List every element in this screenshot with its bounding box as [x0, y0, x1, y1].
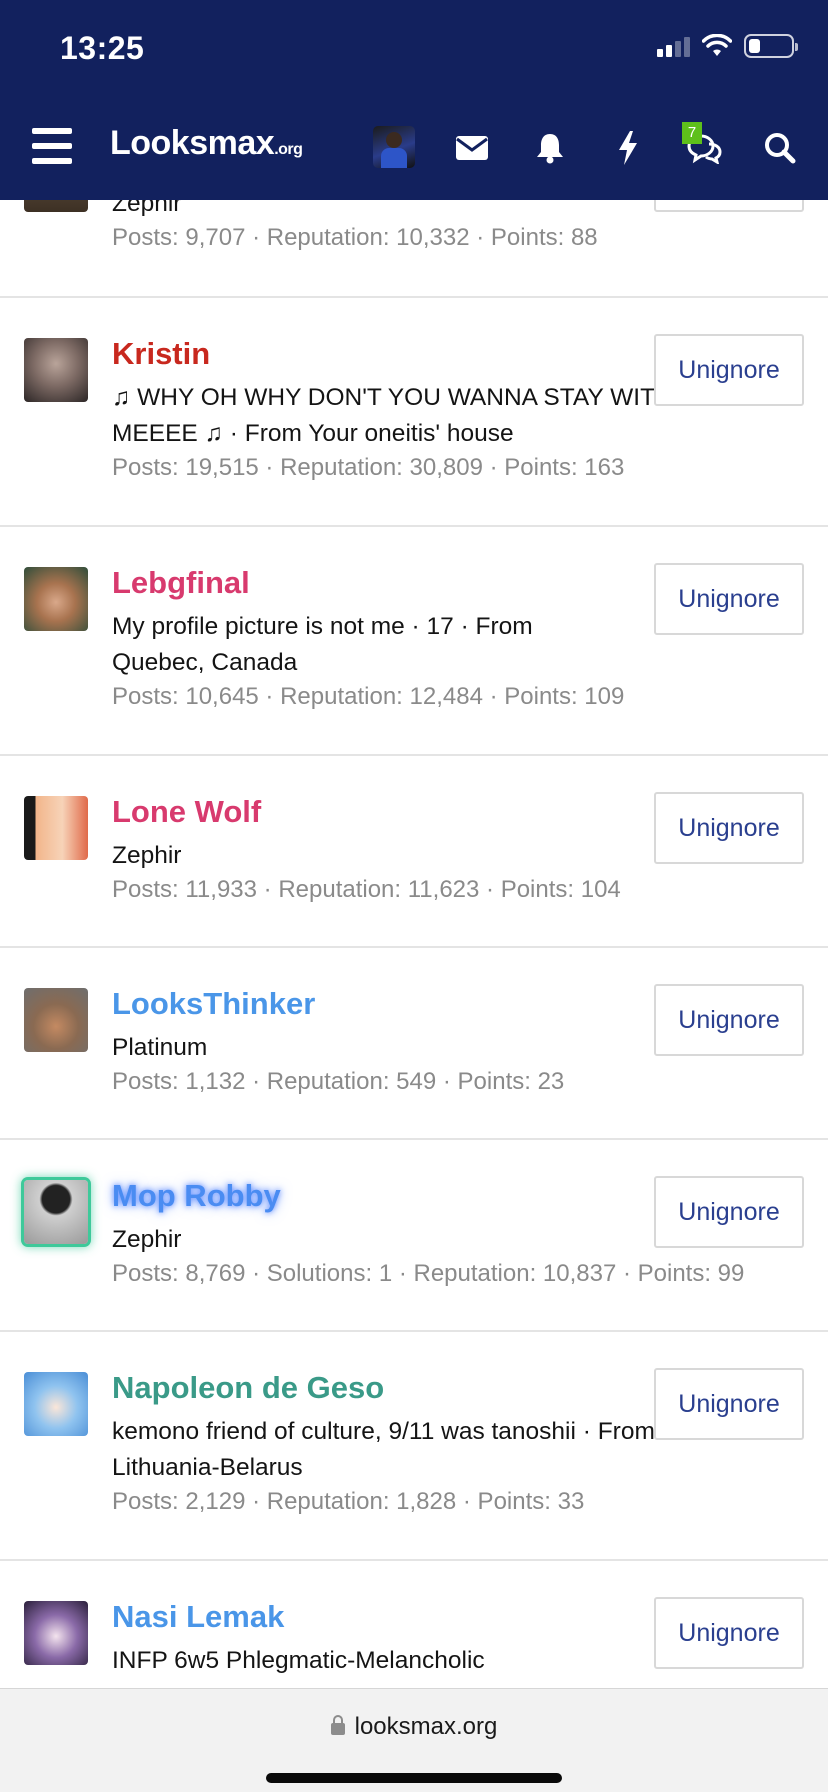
lock-icon [330, 1715, 345, 1735]
envelope-icon[interactable] [452, 128, 492, 168]
member-info: INFP 6w5 Phlegmatic-Melancholic [112, 1647, 485, 1674]
wifi-icon [702, 34, 732, 56]
member-info: kemono friend of culture, 9/11 was tanos… [112, 1418, 655, 1481]
member-stats: Posts: 2,129 · Reputation: 1,828 · Point… [112, 1488, 585, 1515]
member-name[interactable]: Lebgfinal [112, 565, 250, 601]
member-row: Kristin ♫ WHY OH WHY DON'T YOU WANNA STA… [0, 298, 828, 527]
member-name[interactable]: LooksThinker [112, 986, 315, 1022]
unignore-button[interactable]: Unignore [654, 792, 804, 864]
member-avatar[interactable] [24, 338, 88, 402]
url-display[interactable]: looksmax.org [0, 1713, 828, 1741]
lightning-icon[interactable] [608, 128, 648, 168]
member-info: My profile picture is not me · 17 · From… [112, 613, 533, 676]
member-info: Platinum [112, 1034, 208, 1061]
member-row: Napoleon de Geso kemono friend of cultur… [0, 1332, 828, 1561]
member-stats: Posts: 11,933 · Reputation: 11,623 · Poi… [112, 876, 621, 903]
chat-bubbles-icon[interactable]: 7 [682, 122, 724, 168]
member-name[interactable]: Nasi Lemak [112, 1599, 284, 1635]
member-info: Zephir [112, 1226, 182, 1253]
member-avatar[interactable] [24, 1372, 88, 1436]
member-row: Lebgfinal My profile picture is not me ·… [0, 527, 828, 756]
member-info: Zephir [112, 842, 182, 869]
navbar: Looksmax.org 7 [0, 110, 828, 184]
unignore-button[interactable]: Unignore [654, 334, 804, 406]
member-avatar[interactable] [24, 567, 88, 631]
member-row: Lone Wolf Zephir Posts: 11,933 · Reputat… [0, 756, 828, 948]
bell-icon[interactable] [530, 128, 570, 168]
member-row: Mop Robby Zephir Posts: 8,769 · Solution… [0, 1140, 828, 1332]
member-avatar[interactable] [24, 796, 88, 860]
battery-icon [744, 34, 798, 58]
member-avatar[interactable] [24, 988, 88, 1052]
cellular-signal-icon [657, 35, 690, 57]
member-stats: Posts: 9,707 · Reputation: 10,332 · Poin… [112, 224, 598, 251]
member-row: LooksThinker Platinum Posts: 1,132 · Rep… [0, 948, 828, 1140]
unignore-button[interactable]: Unignore [654, 563, 804, 635]
site-header: 13:25 Looksmax.org 7 [0, 0, 828, 200]
status-time: 13:25 [60, 30, 145, 66]
unignore-button[interactable]: Unignore [654, 1176, 804, 1248]
member-name[interactable]: Kristin [112, 336, 210, 372]
unignore-button[interactable]: Unignore [654, 1597, 804, 1669]
member-name[interactable]: Mop Robby [112, 1178, 281, 1214]
conversations-badge: 7 [682, 122, 702, 144]
member-stats: Posts: 10,645 · Reputation: 12,484 · Poi… [112, 683, 625, 710]
status-indicators [657, 34, 798, 58]
member-name[interactable]: Napoleon de Geso [112, 1370, 384, 1406]
member-name[interactable]: Lone Wolf [112, 794, 261, 830]
member-stats: Posts: 1,132 · Reputation: 549 · Points:… [112, 1068, 565, 1095]
logo-text: Looksmax [110, 124, 275, 162]
search-icon[interactable] [760, 128, 800, 168]
url-text: looksmax.org [354, 1713, 498, 1740]
menu-icon[interactable] [32, 128, 72, 164]
logo-suffix: .org [274, 141, 303, 158]
member-stats: Posts: 19,515 · Reputation: 30,809 · Poi… [112, 454, 625, 481]
site-logo[interactable]: Looksmax.org [110, 124, 303, 163]
member-avatar[interactable] [24, 1601, 88, 1665]
unignore-button[interactable]: Unignore [654, 984, 804, 1056]
browser-address-bar[interactable]: looksmax.org [0, 1688, 828, 1792]
member-avatar[interactable] [24, 1180, 88, 1244]
home-indicator[interactable] [266, 1773, 562, 1783]
member-stats: Posts: 8,769 · Solutions: 1 · Reputation… [112, 1260, 745, 1287]
user-avatar[interactable] [373, 126, 415, 168]
member-info: ♫ WHY OH WHY DON'T YOU WANNA STAY WITH M… [112, 384, 673, 447]
unignore-button[interactable]: Unignore [654, 1368, 804, 1440]
